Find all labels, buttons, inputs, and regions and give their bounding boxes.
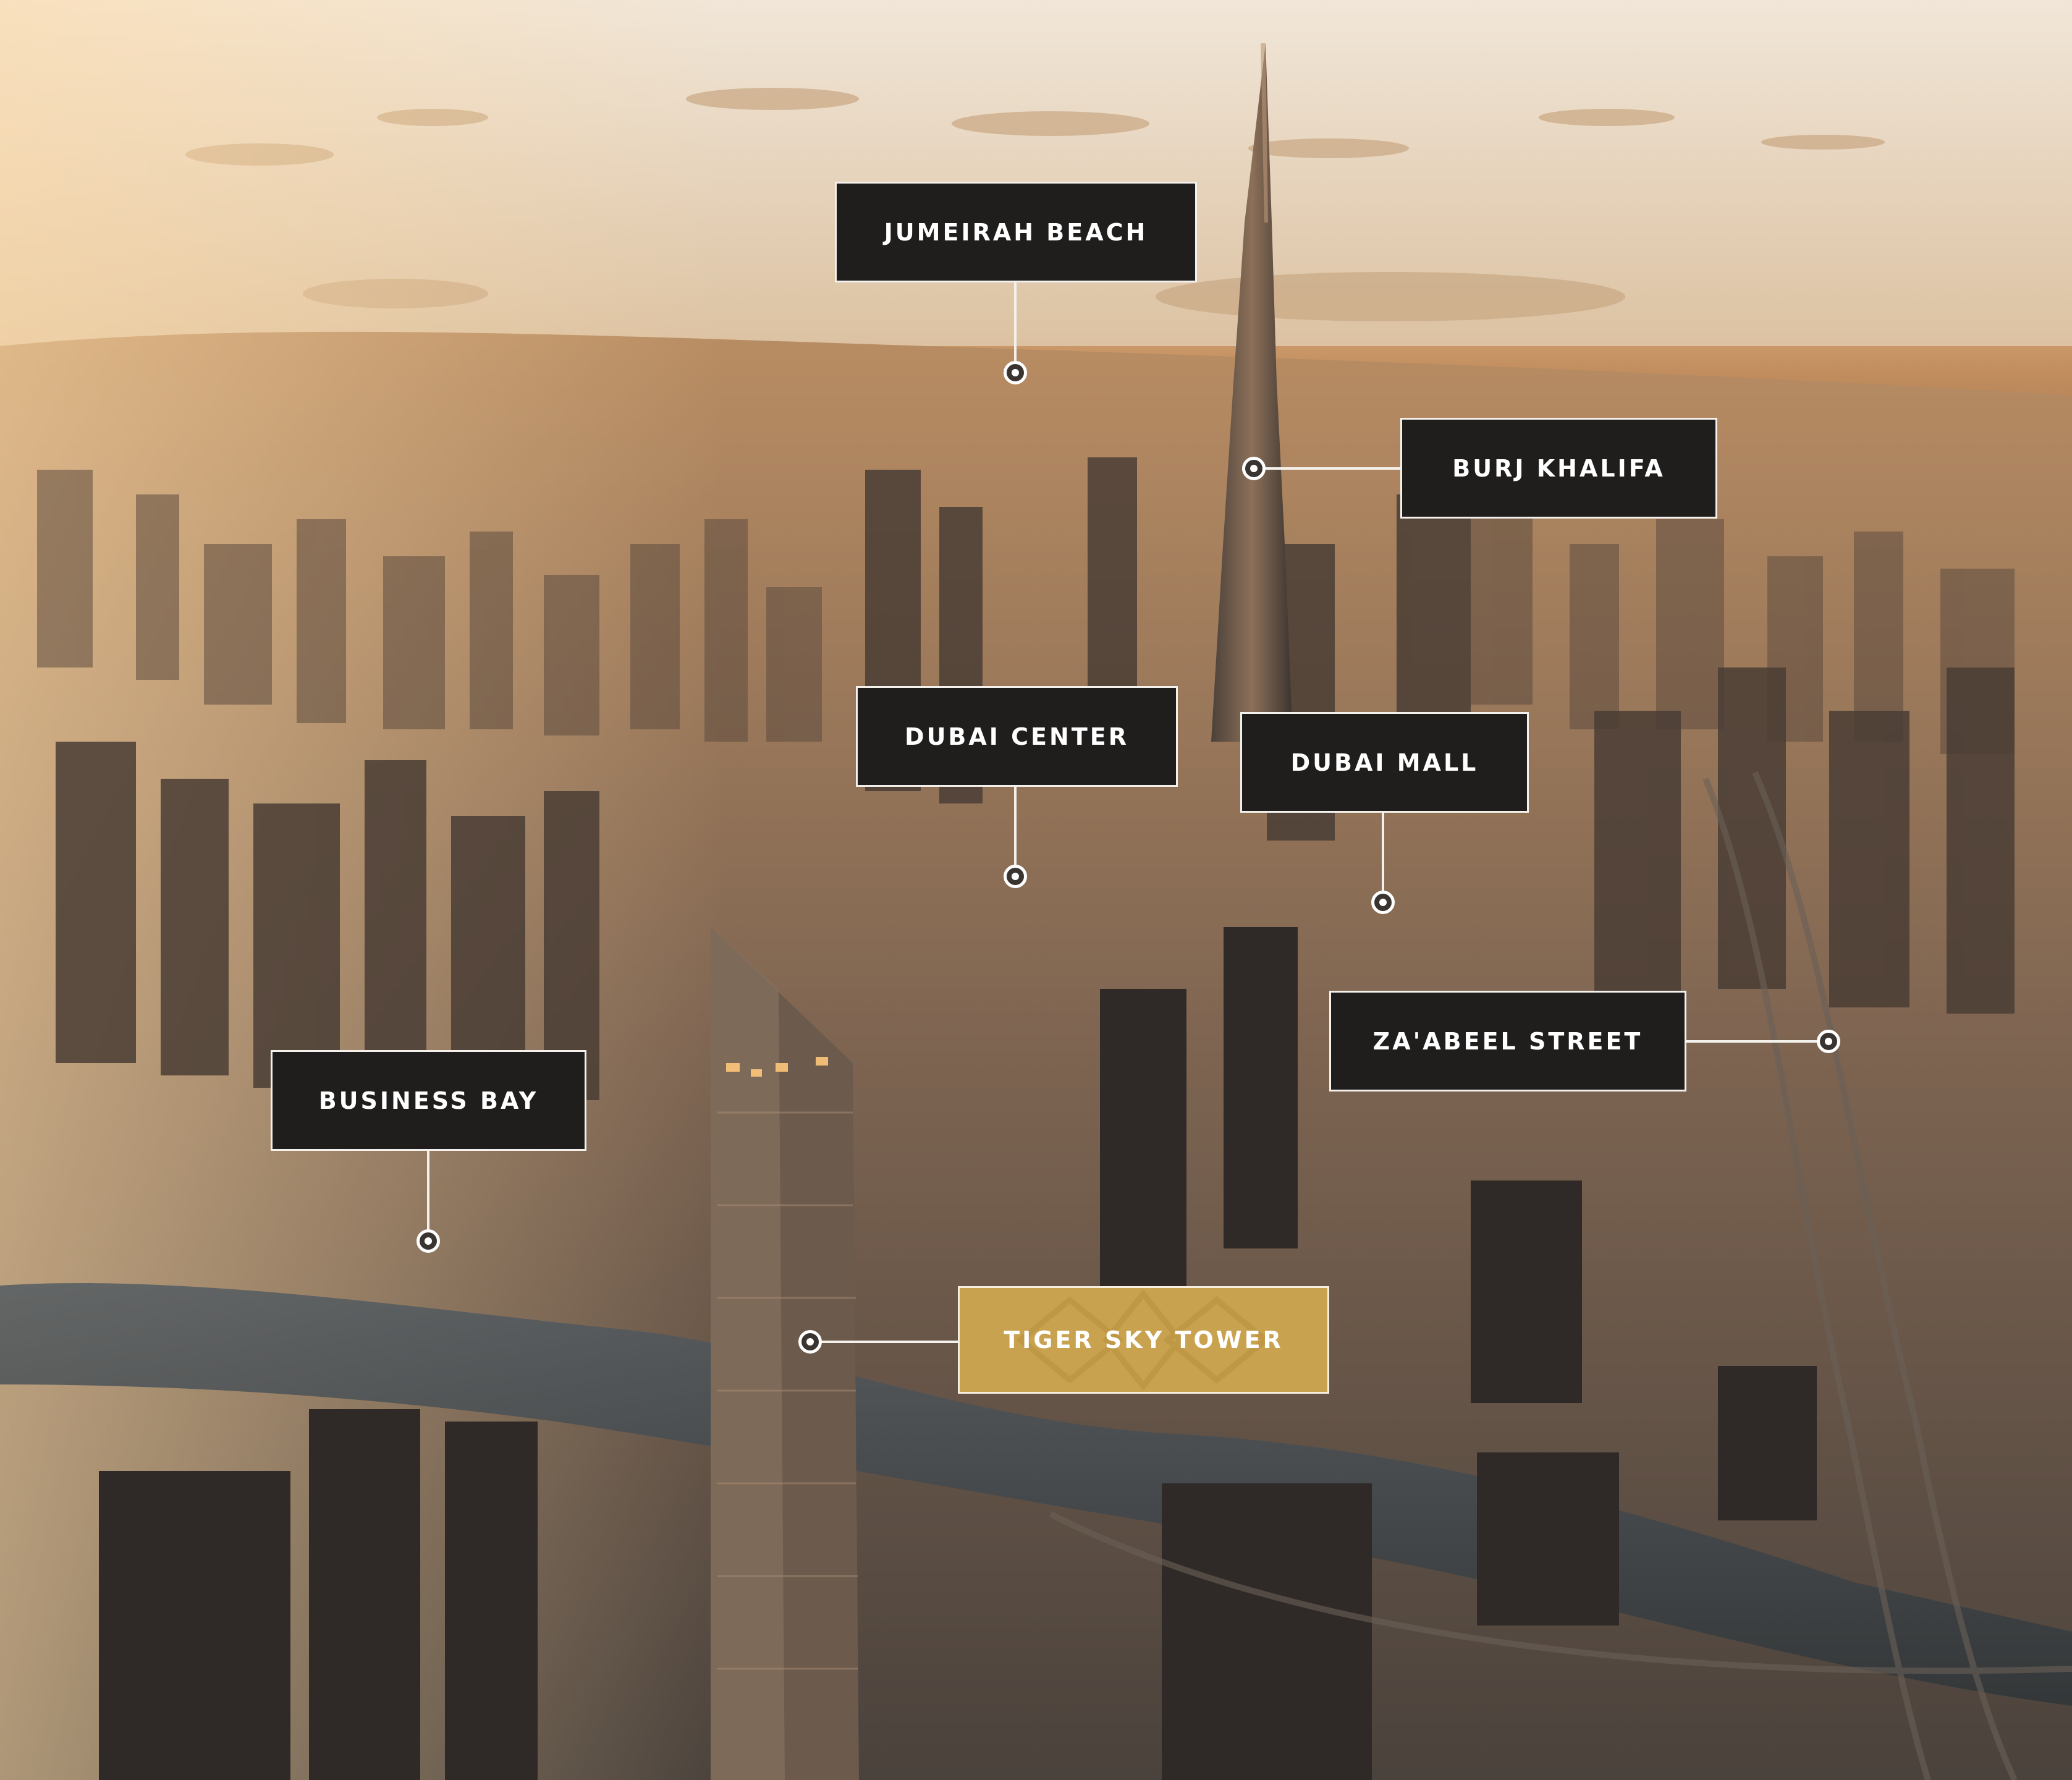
label-burj-khalifa[interactable]: BURJ KHALIFA (1400, 418, 1717, 519)
location-pin-icon[interactable] (798, 1330, 822, 1354)
label-jumeirah-beach-text: JUMEIRAH BEACH (884, 218, 1148, 246)
leader-line (1686, 1040, 1829, 1043)
label-business-bay-text: BUSINESS BAY (318, 1087, 539, 1114)
location-pin-icon[interactable] (1004, 865, 1027, 888)
leader-line (1014, 282, 1017, 370)
leader-line (1014, 787, 1017, 873)
leader-line (1382, 813, 1384, 903)
label-dubai-center-text: DUBAI CENTER (905, 723, 1129, 750)
location-pin-icon[interactable] (1004, 361, 1027, 384)
label-zaabeel-street-text: ZA'ABEEL STREET (1372, 1027, 1643, 1055)
aerial-map: JUMEIRAH BEACH BURJ KHALIFA DUBAI CENTER… (0, 0, 2072, 1780)
label-dubai-mall[interactable]: DUBAI MALL (1240, 712, 1529, 813)
leader-line (813, 1341, 958, 1343)
label-dubai-mall-text: DUBAI MALL (1290, 748, 1479, 776)
label-jumeirah-beach[interactable]: JUMEIRAH BEACH (835, 182, 1197, 282)
label-tiger-sky-tower[interactable]: TIGER SKY TOWER (958, 1286, 1329, 1394)
label-dubai-center[interactable]: DUBAI CENTER (856, 686, 1178, 787)
location-pin-icon[interactable] (1817, 1030, 1840, 1053)
label-zaabeel-street[interactable]: ZA'ABEEL STREET (1329, 991, 1686, 1091)
label-business-bay[interactable]: BUSINESS BAY (271, 1050, 586, 1151)
location-pin-icon[interactable] (1371, 891, 1395, 914)
leader-line (1258, 467, 1400, 470)
location-pin-icon[interactable] (417, 1229, 440, 1253)
leader-line (427, 1151, 429, 1242)
label-burj-khalifa-text: BURJ KHALIFA (1452, 454, 1665, 482)
label-tiger-sky-tower-text: TIGER SKY TOWER (1004, 1326, 1283, 1354)
location-pin-icon[interactable] (1242, 457, 1266, 480)
